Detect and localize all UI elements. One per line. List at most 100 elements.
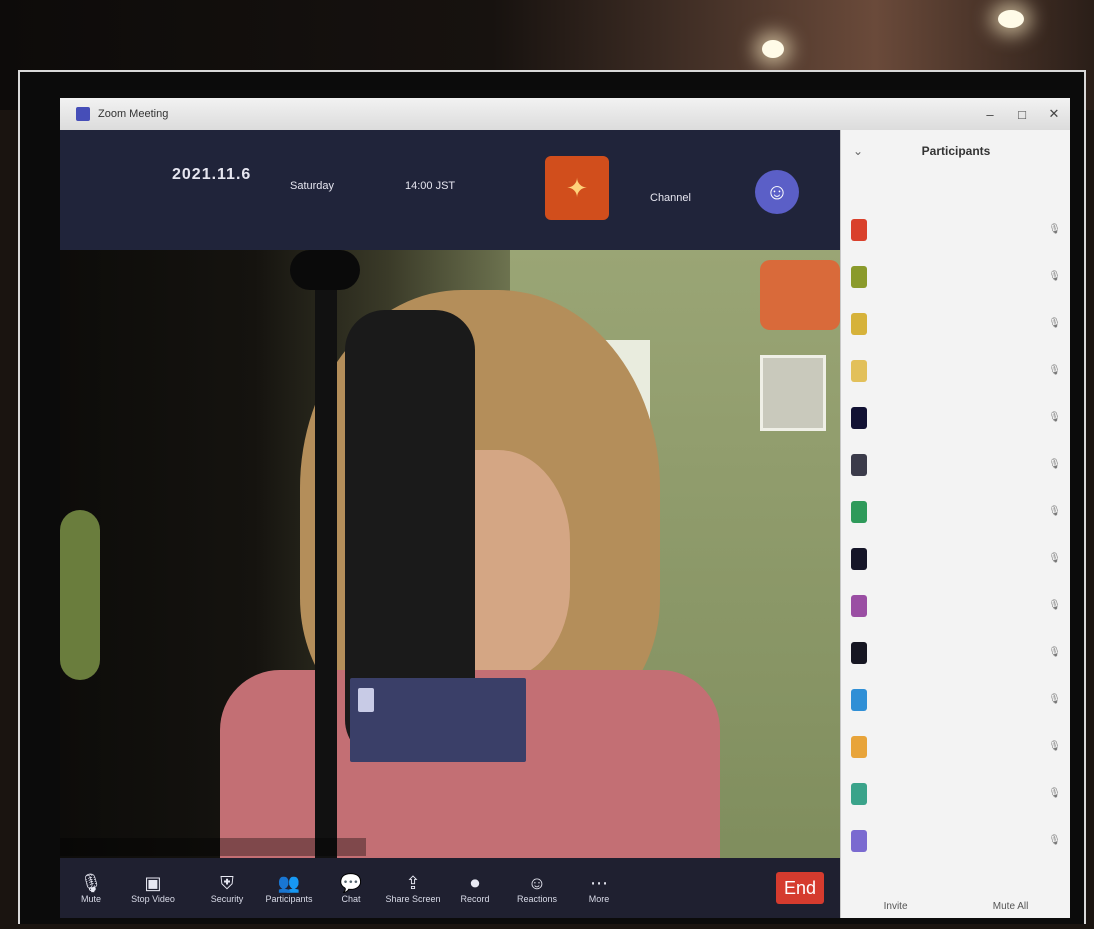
participant-avatar — [851, 594, 867, 617]
ceiling-light — [762, 40, 784, 58]
chat-icon: 💬 — [339, 873, 363, 893]
participant-item[interactable]: 🎙 — [841, 723, 1070, 770]
participant-item[interactable]: 🎙 — [841, 253, 1070, 300]
stop-video-button[interactable]: ▣ Stop Video — [122, 872, 184, 904]
active-speaker-video[interactable] — [60, 250, 840, 870]
speaker-caption — [60, 838, 366, 856]
participant-item[interactable]: 🎙 — [841, 488, 1070, 535]
more-icon: ⋯ — [590, 873, 608, 893]
invite-button[interactable]: Invite — [884, 901, 908, 912]
participant-item[interactable]: 🎙 — [841, 770, 1070, 817]
participant-item[interactable]: 🎙 — [841, 582, 1070, 629]
reactions-icon: ☺ — [527, 873, 547, 893]
banner-channel: Channel — [650, 192, 691, 204]
participant-item[interactable]: 🎙 — [841, 441, 1070, 488]
banner-date: 2021.11.6 — [172, 166, 252, 183]
video-plant — [60, 510, 100, 680]
participant-avatar — [851, 265, 867, 288]
participant-mic-icon[interactable]: 🎙 — [1048, 224, 1061, 235]
participant-mic-icon[interactable]: 🎙 — [1048, 741, 1061, 752]
video-picture-frame — [760, 355, 826, 431]
record-button[interactable]: ⏺ Record — [444, 872, 506, 904]
participant-item[interactable]: 🎙 — [841, 394, 1070, 441]
participant-mic-icon[interactable]: 🎙 — [1048, 459, 1061, 470]
participant-list: 🎙 🎙 🎙 🎙 🎙 🎙 🎙 🎙 🎙 🎙 🎙 🎙 🎙 🎙 — [841, 206, 1070, 864]
participant-mic-icon[interactable]: 🎙 — [1048, 271, 1061, 282]
mute-button[interactable]: 🎙 Mute — [60, 872, 122, 904]
chat-button[interactable]: 💬 Chat — [320, 872, 382, 904]
participant-avatar — [851, 735, 867, 758]
participants-label: Participants — [265, 894, 313, 904]
share-icon: ⇪ — [405, 873, 421, 893]
banner-day: Saturday — [290, 180, 335, 192]
participant-avatar — [851, 218, 867, 241]
event-logo: ✦ — [545, 156, 609, 220]
participant-item[interactable]: 🎙 — [841, 347, 1070, 394]
security-label: Security — [210, 894, 244, 904]
participant-item[interactable]: 🎙 — [841, 535, 1070, 582]
microphone-head — [290, 250, 360, 290]
participant-item[interactable]: 🎙 — [841, 817, 1070, 864]
maximize-button[interactable]: □ — [1006, 98, 1038, 130]
reactions-label: Reactions — [516, 894, 558, 904]
participant-avatar — [851, 312, 867, 335]
meeting-banner: 2021.11.6 Saturday 14:00 JST ✦ Channel ☺ — [60, 130, 840, 250]
mute-label: Mute — [80, 894, 101, 904]
participant-mic-icon[interactable]: 🎙 — [1048, 647, 1061, 658]
window-title: Zoom Meeting — [98, 108, 169, 120]
reactions-button[interactable]: ☺ Reactions — [506, 872, 568, 904]
participant-item[interactable]: 🎙 — [841, 300, 1070, 347]
person-icon: ☺ — [755, 170, 799, 214]
app-icon — [76, 107, 90, 121]
participant-mic-icon[interactable]: 🎙 — [1048, 506, 1061, 517]
chat-label: Chat — [341, 894, 361, 904]
share-screen-button[interactable]: ⇪ Share Screen — [382, 872, 444, 904]
participant-mic-icon[interactable]: 🎙 — [1048, 318, 1061, 329]
notification-popup[interactable] — [350, 678, 526, 762]
more-button[interactable]: ⋯ More — [568, 872, 630, 904]
close-button[interactable]: ✕ — [1038, 98, 1070, 130]
logo-icon: ✦ — [566, 172, 588, 203]
participant-mic-icon[interactable]: 🎙 — [1048, 788, 1061, 799]
video-icon: ▣ — [144, 873, 162, 893]
participant-item[interactable]: 🎙 — [841, 676, 1070, 723]
record-icon: ⏺ — [470, 873, 480, 893]
meeting-toolbar: 🎙 Mute ▣ Stop Video ⛨ Security 👥 Partici… — [60, 858, 840, 918]
close-panel-icon[interactable]: ⌄ — [853, 144, 863, 158]
video-lamp — [760, 260, 840, 330]
microphone-stand — [315, 260, 337, 870]
window-titlebar: Zoom Meeting – □ ✕ — [60, 98, 1070, 130]
participant-search-input[interactable] — [851, 178, 1061, 200]
microphone-icon: 🎙 — [79, 873, 103, 893]
participant-mic-icon[interactable]: 🎙 — [1048, 412, 1061, 423]
security-button[interactable]: ⛨ Security — [196, 872, 258, 904]
end-meeting-button[interactable]: End — [776, 872, 824, 904]
security-icon: ⛨ — [220, 873, 234, 893]
window-controls: – □ ✕ — [974, 98, 1070, 130]
participants-button[interactable]: 👥 Participants — [258, 872, 320, 904]
more-label: More — [588, 894, 610, 904]
record-label: Record — [460, 894, 490, 904]
participant-item[interactable]: 🎙 — [841, 629, 1070, 676]
stop-video-label: Stop Video — [131, 894, 175, 904]
notification-icon — [358, 688, 374, 712]
share-screen-label: Share Screen — [385, 894, 441, 904]
banner-time: 14:00 JST — [405, 180, 456, 192]
participant-avatar — [851, 782, 867, 805]
monitor-screen: Zoom Meeting – □ ✕ 2021.11.6 Saturday 14… — [60, 98, 1070, 918]
participant-avatar — [851, 359, 867, 382]
participant-item[interactable]: 🎙 — [841, 206, 1070, 253]
participants-panel: ⌄ Participants 🎙 🎙 🎙 🎙 🎙 🎙 🎙 🎙 🎙 🎙 🎙 🎙 🎙 🎙 Invite Mut… — [840, 130, 1070, 918]
mute-all-button[interactable]: Mute All — [993, 901, 1029, 912]
ceiling-light — [998, 10, 1024, 28]
participant-mic-icon[interactable]: 🎙 — [1048, 694, 1061, 705]
participant-avatar — [851, 829, 867, 852]
participant-mic-icon[interactable]: 🎙 — [1048, 600, 1061, 611]
participants-icon: 👥 — [277, 873, 301, 893]
participant-mic-icon[interactable]: 🎙 — [1048, 553, 1061, 564]
minimize-button[interactable]: – — [974, 98, 1006, 130]
participant-mic-icon[interactable]: 🎙 — [1048, 835, 1061, 846]
participant-avatar — [851, 406, 867, 429]
participant-avatar — [851, 547, 867, 570]
participant-mic-icon[interactable]: 🎙 — [1048, 365, 1061, 376]
